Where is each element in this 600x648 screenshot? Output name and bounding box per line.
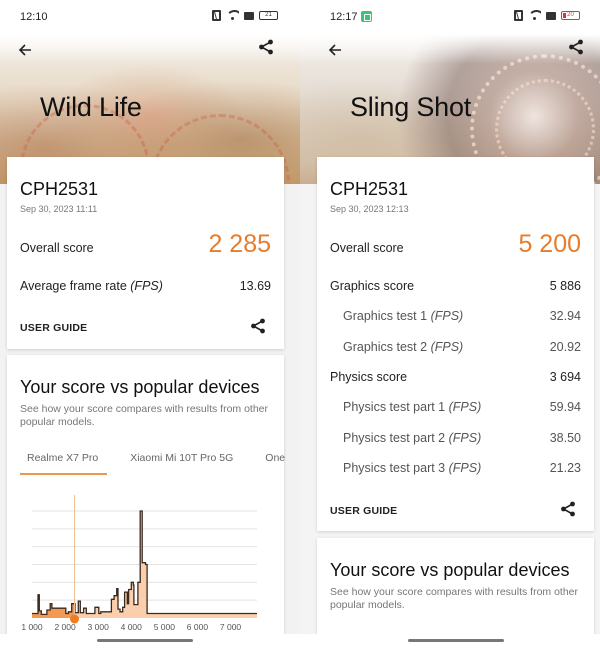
wild-life-screen: 12:10 21 Wild Life CPH2531 Sep 30, 2023 … [0,0,300,648]
tab-xiaomi-mi-10t-pro[interactable]: Xiaomi Mi 10T Pro 5G [123,452,240,475]
comparison-title: Your score vs popular devices [20,377,260,397]
fps-unit: (FPS) [448,431,482,445]
fps-unit: (FPS) [448,400,482,414]
graphics-test-2-label: Graphics test 2 [343,340,428,354]
fps-value: 13.69 [239,279,271,293]
result-card: CPH2531 Sep 30, 2023 12:13 Overall score… [317,157,594,531]
status-time: 12:17 [330,11,358,23]
nfc-icon [514,10,523,21]
overall-score-row: Overall score 5 200 [330,230,581,259]
overall-score-value: 5 200 [518,230,581,258]
battery-low-icon: 20 [561,11,580,20]
overall-score-value: 2 285 [208,230,271,258]
x-tick-label: 1 000 [21,622,43,632]
back-button[interactable] [324,39,346,61]
sim-icon [244,11,254,20]
fps-unit: (FPS) [430,309,464,323]
x-axis-labels: 1 000 2 000 3 000 4 000 5 000 6 000 7 000 [21,622,241,632]
fps-unit: (FPS) [130,279,163,293]
share-icon [251,318,265,334]
status-bar: 12:17 20 [300,0,600,34]
fps-unit: (FPS) [430,340,464,354]
benchmark-title: Sling Shot [350,92,472,122]
test-date: Sep 30, 2023 11:11 [20,204,98,214]
physics-test-2-label: Physics test part 2 [343,431,446,445]
arrow-left-icon [328,44,341,56]
graphics-test-1-value: 32.94 [549,309,581,323]
comparison-subtitle: See how your score compares with results… [330,586,579,611]
x-tick-label: 4 000 [121,622,143,632]
share-button[interactable] [568,39,590,61]
test-date: Sep 30, 2023 12:13 [330,204,409,214]
nfc-icon [212,10,221,21]
wifi-icon [226,10,239,21]
distribution-svg: 1 000 2 000 3 000 4 000 5 000 6 000 7 000 [21,495,257,632]
x-tick-label: 3 000 [88,622,110,632]
user-guide-link[interactable]: USER GUIDE [330,505,397,517]
x-tick-label: 2 000 [54,622,76,632]
physics-test-3-row: Physics test part 3 (FPS) 21.23 [343,461,581,475]
x-tick-label: 5 000 [154,622,176,632]
comparison-card: Your score vs popular devices See how yo… [317,538,594,648]
overall-score-label: Overall score [330,241,404,255]
wifi-icon [528,10,541,21]
status-time: 12:10 [20,11,48,23]
share-icon [259,39,273,55]
status-bar: 12:10 21 [0,0,300,34]
device-name: CPH2531 [330,179,409,199]
result-card: CPH2531 Sep 30, 2023 11:11 Overall score… [7,157,284,349]
physics-score-value: 3 694 [549,370,581,384]
physics-test-1-row: Physics test part 1 (FPS) 59.94 [343,400,581,414]
graphics-test-1-row: Graphics test 1 (FPS) 32.94 [343,309,581,323]
graphics-test-1-label: Graphics test 1 [343,309,428,323]
physics-test-1-label: Physics test part 1 [343,400,446,414]
battery-icon: 21 [259,11,278,20]
physics-test-3-label: Physics test part 3 [343,461,446,475]
home-indicator[interactable] [408,639,504,642]
comparison-subtitle: See how your score compares with results… [20,403,269,428]
device-name: CPH2531 [20,179,99,199]
graphics-score-label: Graphics score [330,279,415,293]
sling-shot-screen: 12:17 20 Sling Shot CPH2531 Sep 30, 2023… [300,0,600,648]
back-button[interactable] [14,39,36,61]
share-button[interactable] [258,39,280,61]
physics-score-row: Physics score 3 694 [330,370,581,384]
x-tick-label: 7 000 [220,622,242,632]
physics-test-2-value: 38.50 [549,431,581,445]
sim-icon [546,11,556,20]
x-tick-label: 6 000 [187,622,209,632]
physics-score-label: Physics score [330,370,408,384]
home-indicator[interactable] [97,639,193,642]
benchmark-title: Wild Life [40,92,142,122]
user-guide-link[interactable]: USER GUIDE [20,322,87,334]
fps-row: Average frame rate (FPS) 13.69 [20,279,271,293]
arrow-left-icon [18,44,31,56]
share-icon [569,39,583,55]
physics-test-1-value: 59.94 [549,400,581,414]
device-tabs: Realme X7 Pro Xiaomi Mi 10T Pro 5G One [20,452,292,475]
graphics-test-2-value: 20.92 [549,340,581,354]
score-distribution-chart: 1 000 2 000 3 000 4 000 5 000 6 000 7 000 [7,493,284,643]
graphics-test-2-row: Graphics test 2 (FPS) 20.92 [343,340,581,354]
share-result-button[interactable] [250,318,268,336]
tab-realme-x7-pro[interactable]: Realme X7 Pro [20,452,108,475]
overall-score-row: Overall score 2 285 [20,230,271,259]
comparison-title: Your score vs popular devices [330,560,570,580]
screenshot-composite: 12:10 21 Wild Life CPH2531 Sep 30, 2023 … [0,0,600,648]
share-icon [561,501,575,517]
app-notification-icon [361,11,372,22]
share-result-button[interactable] [560,501,578,519]
fps-label: Average frame rate [20,279,127,293]
physics-test-2-row: Physics test part 2 (FPS) 38.50 [343,431,581,445]
fps-unit: (FPS) [448,461,482,475]
graphics-score-value: 5 886 [549,279,581,293]
overall-score-label: Overall score [20,241,94,255]
physics-test-3-value: 21.23 [549,461,581,475]
graphics-score-row: Graphics score 5 886 [330,279,581,293]
comparison-card: Your score vs popular devices See how yo… [7,355,285,648]
tab-one[interactable]: One [258,452,292,475]
